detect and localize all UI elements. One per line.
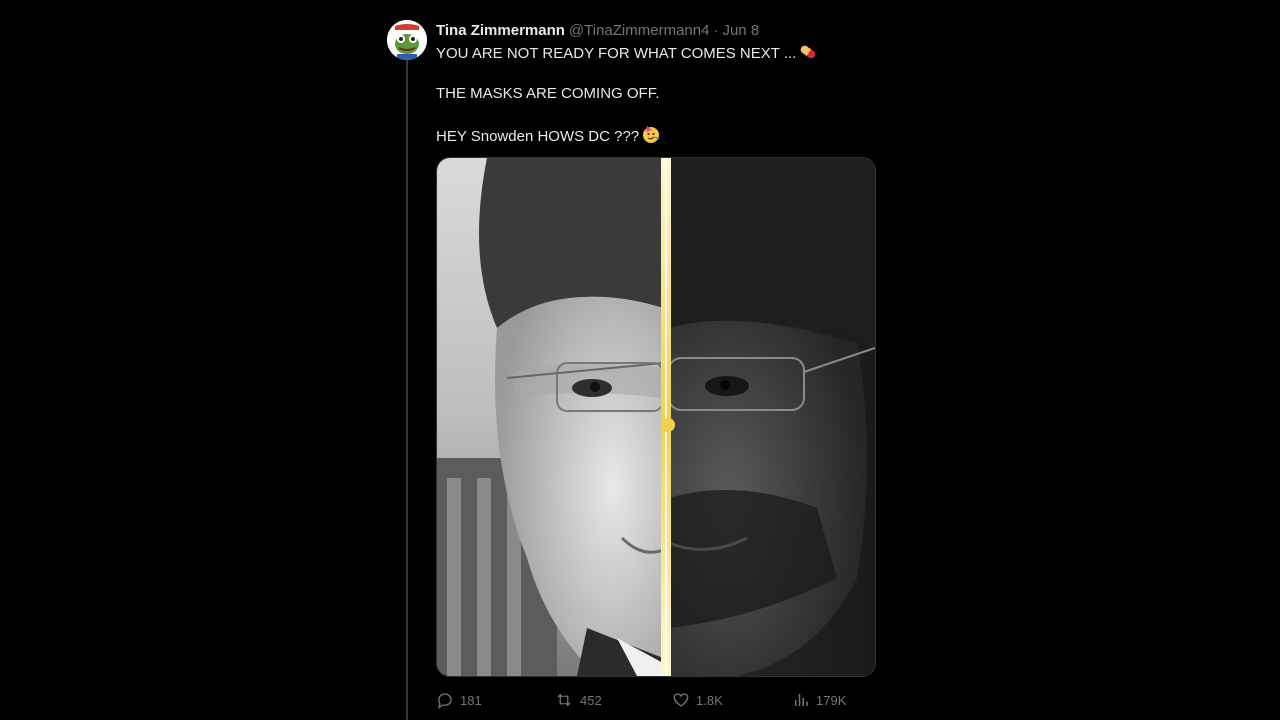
like-count: 1.8K (696, 692, 723, 708)
view-count: 179K (816, 692, 847, 708)
header-separator: · (713, 22, 719, 39)
post-text-line-1-content: YOU ARE NOT READY FOR WHAT COMES NEXT ..… (436, 45, 797, 62)
post-text-line-2: THE MASKS ARE COMING OFF. (436, 84, 659, 104)
partying-face-emoji-icon (641, 124, 661, 150)
post-text-line-3-content: HEY Snowden HOWS DC ??? (436, 128, 640, 145)
split-face-photo (437, 158, 875, 676)
post-image[interactable] (436, 157, 876, 677)
post-text-line-1: YOU ARE NOT READY FOR WHAT COMES NEXT ..… (436, 43, 818, 67)
frog-avatar-icon (387, 20, 427, 60)
post-header: Tina Zimmermann @TinaZimmermann4 · Jun 8 (436, 21, 759, 41)
pill-emoji-icon (798, 43, 818, 67)
post-text-line-3: HEY Snowden HOWS DC ??? (436, 124, 661, 150)
post-view: Tina Zimmermann @TinaZimmermann4 · Jun 8 YO… (0, 0, 1280, 720)
post-date[interactable]: Jun 8 (722, 22, 759, 39)
heart-icon (673, 693, 689, 707)
reply-icon (438, 693, 452, 709)
views-icon (795, 694, 808, 706)
author-handle[interactable]: @TinaZimmermann4 (569, 22, 710, 39)
author-name[interactable]: Tina Zimmermann (436, 22, 565, 39)
repost-count: 452 (580, 692, 602, 708)
post-text-line-2-content: THE MASKS ARE COMING OFF. (436, 85, 660, 102)
thread-line (406, 60, 408, 720)
views-button[interactable]: 179K (792, 689, 846, 711)
repost-button[interactable]: 452 (554, 689, 602, 711)
reply-count: 181 (460, 692, 482, 708)
reply-button[interactable]: 181 (436, 689, 482, 711)
like-button[interactable]: 1.8K (672, 689, 723, 711)
post-actions: 181 452 1.8K 179K (436, 689, 874, 711)
repost-icon (557, 693, 571, 707)
avatar[interactable] (387, 20, 427, 60)
